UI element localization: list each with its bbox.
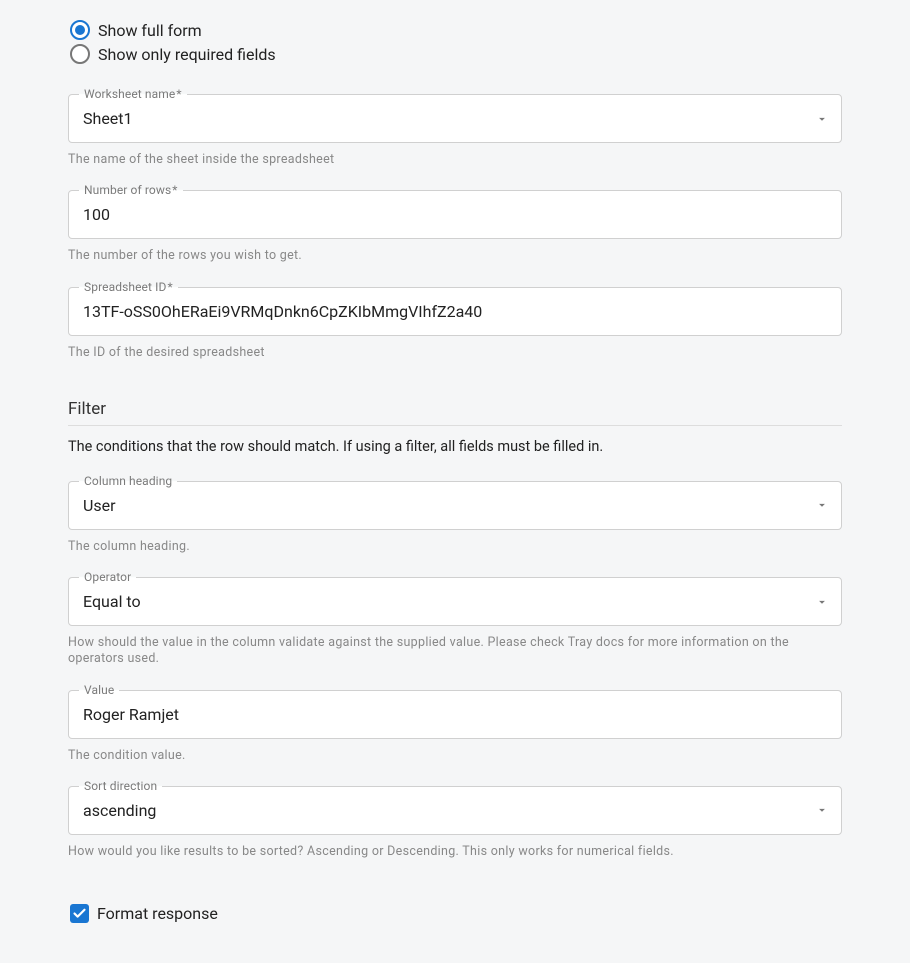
column-heading-group: Column heading The column heading. (68, 481, 842, 555)
radio-label: Show only required fields (98, 45, 276, 64)
radio-show-required-only[interactable]: Show only required fields (70, 44, 842, 64)
number-of-rows-field: Number of rows* (68, 190, 842, 239)
sort-direction-group: Sort direction How would you like result… (68, 786, 842, 860)
helper-text: The name of the sheet inside the spreads… (68, 152, 842, 168)
operator-select[interactable] (69, 578, 841, 625)
value-group: Value The condition value. (68, 690, 842, 764)
column-heading-field: Column heading (68, 481, 842, 530)
spreadsheet-id-field: Spreadsheet ID* (68, 287, 842, 336)
helper-text: The ID of the desired spreadsheet (68, 345, 842, 361)
helper-text: How should the value in the column valid… (68, 635, 842, 668)
label-text: Worksheet name (84, 87, 175, 101)
checkbox-icon (70, 904, 89, 923)
required-marker: * (172, 183, 177, 197)
radio-icon (70, 44, 90, 64)
column-heading-select[interactable] (69, 482, 841, 529)
field-label: Number of rows* (79, 183, 183, 197)
number-of-rows-group: Number of rows* The number of the rows y… (68, 190, 842, 264)
number-of-rows-input[interactable] (69, 191, 841, 238)
worksheet-name-field: Worksheet name* (68, 94, 842, 143)
field-label: Operator (79, 570, 136, 584)
filter-section-title: Filter (68, 399, 842, 426)
label-text: Spreadsheet ID (84, 280, 166, 294)
value-input[interactable] (69, 691, 841, 738)
worksheet-name-group: Worksheet name* The name of the sheet in… (68, 94, 842, 168)
required-marker: * (167, 280, 172, 294)
field-label: Worksheet name* (79, 87, 187, 101)
radio-show-full-form[interactable]: Show full form (70, 20, 842, 40)
radio-icon (70, 20, 90, 40)
helper-text: The column heading. (68, 539, 842, 555)
field-label: Sort direction (79, 779, 162, 793)
helper-text: The number of the rows you wish to get. (68, 248, 842, 264)
field-label: Value (79, 683, 119, 697)
radio-label: Show full form (98, 21, 202, 40)
sort-direction-field: Sort direction (68, 786, 842, 835)
helper-text: How would you like results to be sorted?… (68, 844, 842, 860)
helper-text: The condition value. (68, 748, 842, 764)
sort-direction-select[interactable] (69, 787, 841, 834)
checkbox-label: Format response (97, 904, 218, 923)
form-view-radio-group: Show full form Show only required fields (68, 20, 842, 64)
required-marker: * (176, 87, 181, 101)
operator-field: Operator (68, 577, 842, 626)
filter-section-desc: The conditions that the row should match… (68, 438, 842, 455)
spreadsheet-id-group: Spreadsheet ID* The ID of the desired sp… (68, 287, 842, 361)
field-label: Spreadsheet ID* (79, 280, 178, 294)
label-text: Number of rows (84, 183, 171, 197)
field-label: Column heading (79, 474, 177, 488)
spreadsheet-id-input[interactable] (69, 288, 841, 335)
value-field: Value (68, 690, 842, 739)
worksheet-name-select[interactable] (69, 95, 841, 142)
format-response-checkbox[interactable]: Format response (68, 904, 842, 923)
operator-group: Operator How should the value in the col… (68, 577, 842, 668)
